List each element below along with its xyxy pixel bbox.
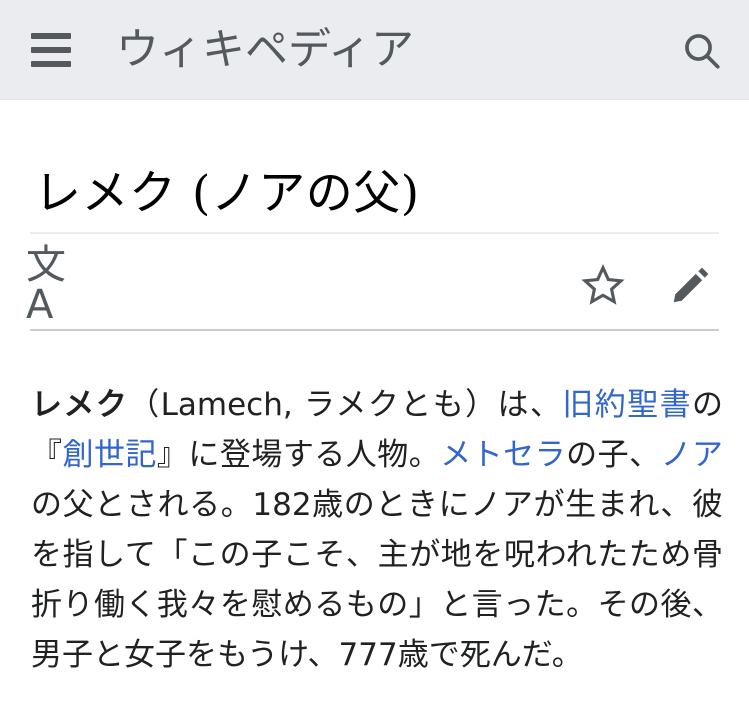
search-icon[interactable] xyxy=(673,22,731,80)
hamburger-bar-1 xyxy=(31,33,71,39)
hamburger-bar-3 xyxy=(31,61,71,67)
divider-above-actions xyxy=(30,232,719,234)
language-button[interactable]: 文A xyxy=(26,245,88,325)
star-outline-icon xyxy=(581,263,625,305)
site-wordmark[interactable]: ウィキペディア xyxy=(116,14,414,86)
hamburger-menu-icon[interactable] xyxy=(31,30,73,70)
edit-button[interactable] xyxy=(660,252,722,318)
translate-icon: 文A xyxy=(26,242,66,328)
article-link[interactable]: メトセラ xyxy=(440,437,566,473)
watch-button[interactable] xyxy=(572,252,634,318)
article-text: （Lamech, ラメクとも）は、 xyxy=(128,387,563,423)
article-link[interactable]: 創世記 xyxy=(62,437,156,473)
article-lead-paragraph: レメク（Lamech, ラメクとも）は、旧約聖書の『創世記』に登場する人物。メト… xyxy=(31,380,723,680)
page-title: レメク (ノアの父) xyxy=(34,166,420,222)
article-text: の子、 xyxy=(566,437,661,473)
article-link[interactable]: ノア xyxy=(661,437,723,473)
article-text: 』に登場する人物。 xyxy=(156,437,441,473)
article-link[interactable]: 旧約聖書 xyxy=(562,387,692,423)
site-header: ウィキペディア xyxy=(0,0,749,100)
divider-below-actions xyxy=(30,329,719,331)
article-text: の父とされる。182歳のときにノアが生まれ、彼を指して「この子こそ、主が地を呪わ… xyxy=(31,487,723,673)
hamburger-bar-2 xyxy=(31,47,71,53)
article-action-bar: 文A xyxy=(0,245,749,325)
pencil-icon xyxy=(673,267,709,303)
article-term-bold: レメク xyxy=(31,387,129,423)
